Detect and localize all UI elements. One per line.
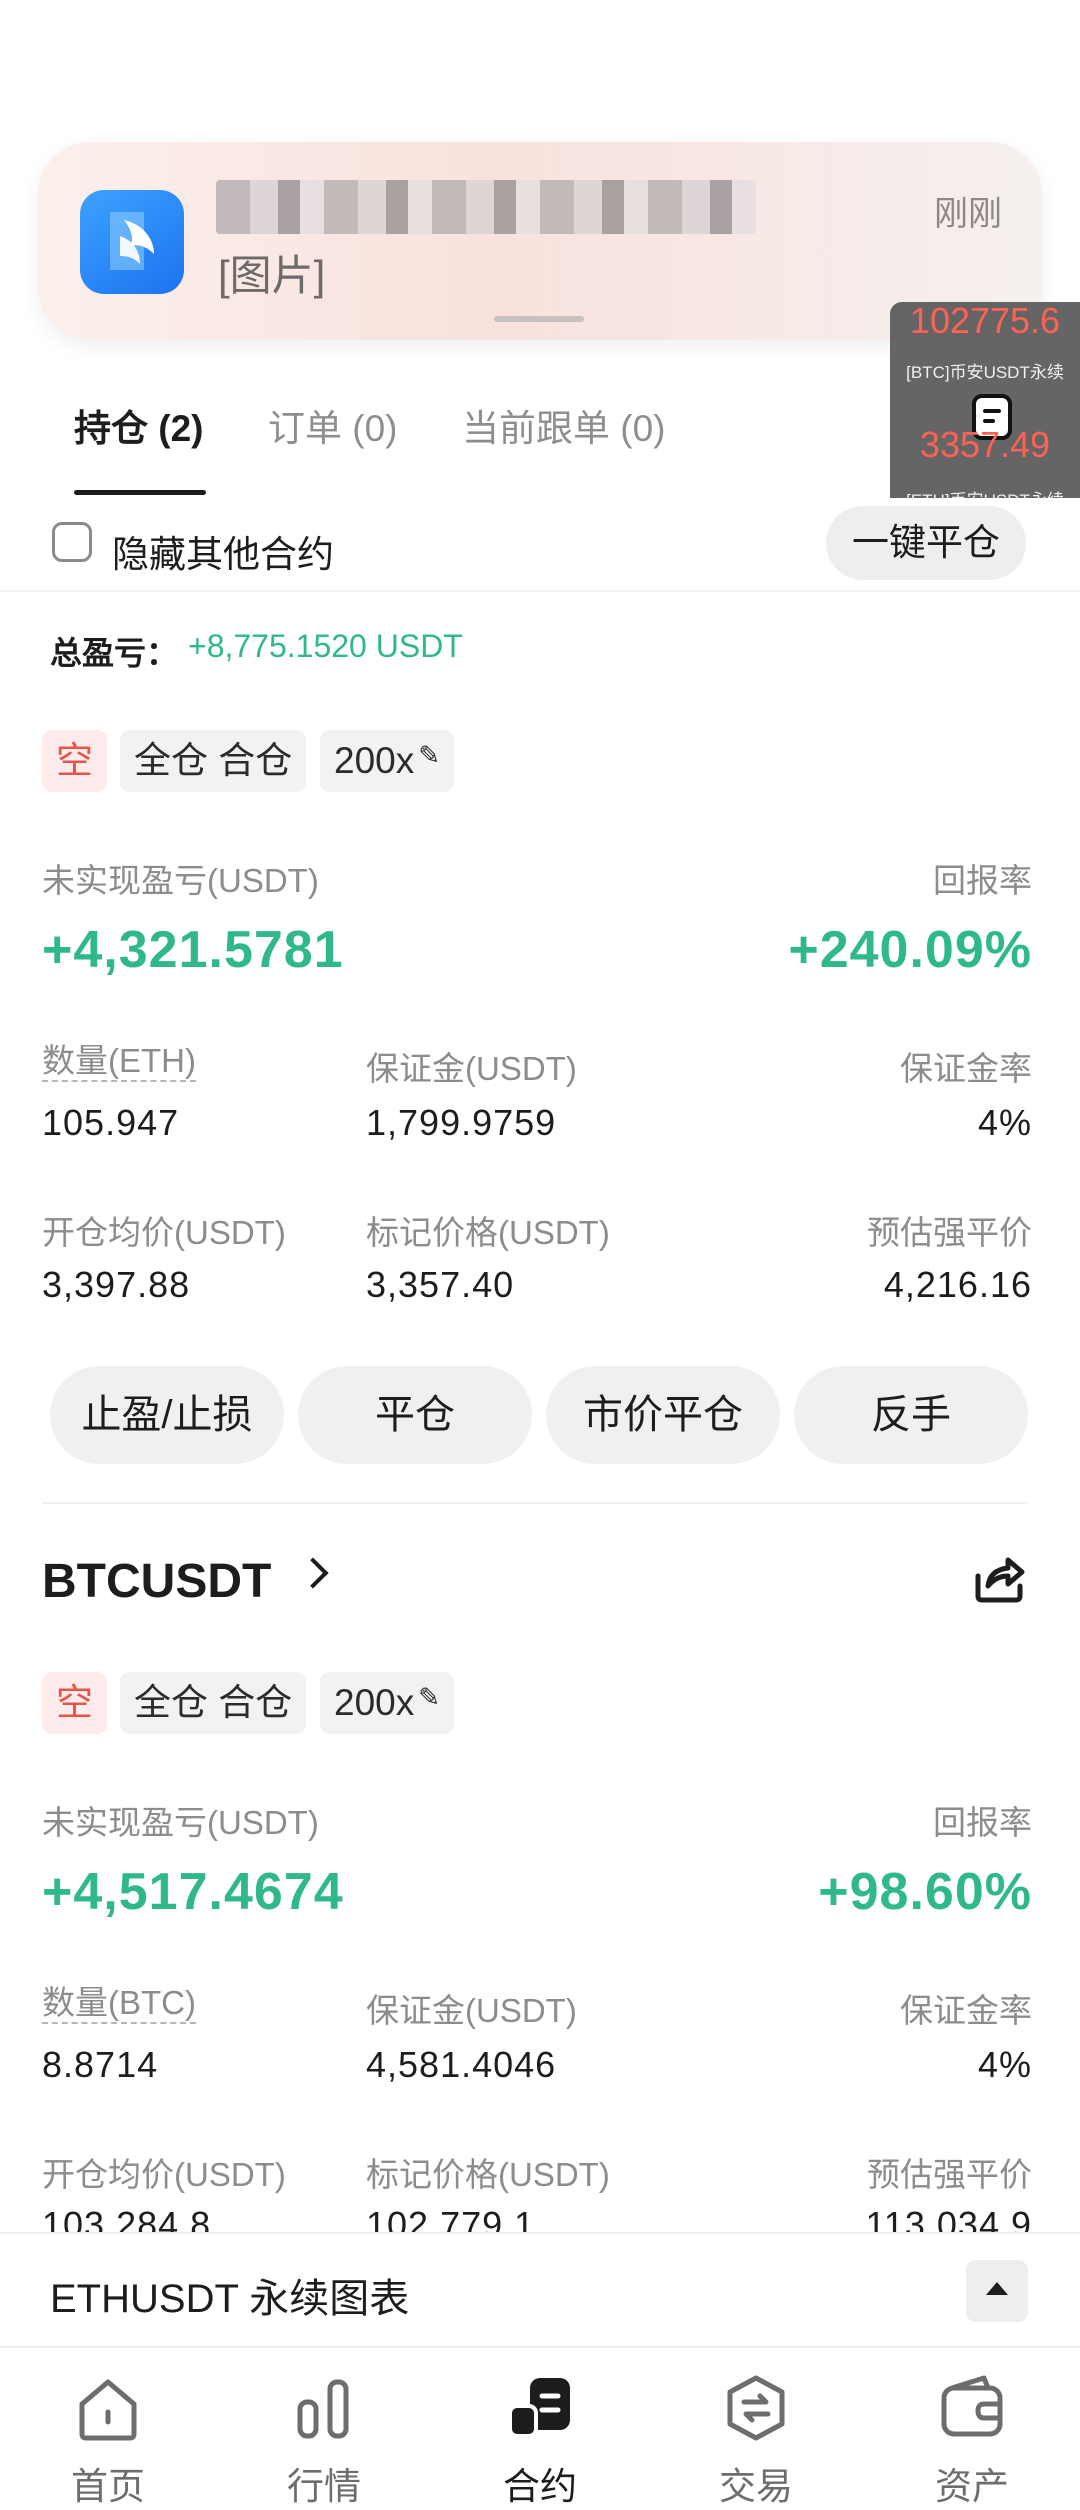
card-divider [42,1502,1028,1504]
position-side-badge: 空 [42,730,107,792]
hide-others-checkbox[interactable] [52,522,92,562]
unrealized-pnl-label: 未实现盈亏(USDT) [42,862,319,899]
edit-pencil-icon[interactable]: ✎ [418,730,440,780]
entry-price-label: 开仓均价(USDT) [42,2156,286,2193]
chart-bar-label: ETHUSDT 永续图表 [50,2277,410,2321]
total-pnl-value: +8,775.1520 USDT [188,628,463,664]
market-icon [297,2379,349,2439]
margin-label: 保证金(USDT) [366,1992,577,2029]
divider [0,590,1080,592]
leverage-value: 200x [334,740,415,781]
tab-positions[interactable]: 持仓 (2) [74,398,204,452]
expand-chart-icon[interactable] [966,2260,1028,2322]
margin-ratio-label: 保证金率 [900,1050,1032,1087]
leverage-badge[interactable]: 200x ✎ [320,730,455,792]
nav-market[interactable]: 行情 [216,2348,432,2507]
unrealized-pnl-value: +4,517.4674 [42,1863,344,1921]
roe-value: +240.09% [788,921,1032,979]
notification-body: [图片] [218,252,326,299]
unrealized-pnl-label: 未实现盈亏(USDT) [42,1804,319,1841]
nav-home[interactable]: 首页 [0,2348,216,2507]
nav-label-contract: 合约 [503,2466,577,2507]
margin-value: 4,581.4046 [366,2044,557,2085]
quantity-label[interactable]: 数量(BTC) [42,1984,196,2024]
btc-widget-label: [BTC]币安USDT永续 [906,363,1064,382]
margin-mode-badge: 全仓 合仓 [120,1672,307,1734]
roe-label: 回报率 [933,862,1032,899]
close-position-button[interactable]: 平仓 [298,1366,532,1464]
margin-label: 保证金(USDT) [366,1050,577,1087]
leverage-badge[interactable]: 200x ✎ [320,1672,455,1734]
wallet-icon [941,2375,1003,2437]
entry-price-label: 开仓均价(USDT) [42,1214,286,1251]
bottom-navigation: 首页 行情 合约 交易 资产 [0,2346,1080,2507]
leverage-value: 200x [334,1682,415,1723]
roe-value: +98.60% [818,1863,1032,1921]
notification-time: 刚刚 [934,195,1002,233]
contract-icon [508,2378,570,2438]
position-side-badge: 空 [42,1672,107,1734]
margin-value: 1,799.9759 [366,1102,557,1143]
hide-others-label[interactable]: 隐藏其他合约 [112,524,334,578]
liquidation-price-value: 4,216.16 [883,1264,1032,1305]
nav-assets[interactable]: 资产 [864,2348,1080,2507]
mark-price-label: 标记价格(USDT) [366,1214,610,1251]
tab-copy-trading[interactable]: 当前跟单 (0) [462,398,666,452]
margin-mode-badge: 全仓 合仓 [120,730,307,792]
close-all-button[interactable]: 一键平仓 [826,506,1026,580]
unrealized-pnl-value: +4,321.5781 [42,921,344,979]
reverse-position-button[interactable]: 反手 [794,1366,1028,1464]
margin-ratio-label: 保证金率 [900,1992,1032,2029]
market-close-button[interactable]: 市价平仓 [546,1366,780,1464]
mark-price-value: 3,357.40 [366,1264,515,1305]
margin-ratio-value: 4% [977,1102,1032,1143]
eth-widget-price: 3357.49 [919,424,1051,465]
chevron-right-icon[interactable] [297,1557,329,1589]
btc-widget-price: 102775.6 [909,300,1061,341]
app-logo-icon [80,190,184,294]
nav-label-market: 行情 [287,2466,361,2507]
notification-handle[interactable] [494,316,584,322]
nav-contract[interactable]: 合约 [432,2348,648,2507]
quantity-label[interactable]: 数量(ETH) [42,1042,196,1082]
floating-price-widget[interactable]: 102775.6 [BTC]币安USDT永续 3357.49 [ETH]币安US… [890,300,1080,520]
total-pnl-label: 总盈亏： [50,635,179,671]
notification-sender-redacted [216,180,756,234]
trade-icon [727,2375,785,2441]
margin-ratio-value: 4% [977,2044,1032,2085]
nav-label-home: 首页 [71,2466,145,2507]
nav-trade[interactable]: 交易 [648,2348,864,2507]
mark-price-label: 标记价格(USDT) [366,2156,610,2193]
quantity-value: 8.8714 [42,2044,159,2085]
tab-orders[interactable]: 订单 (0) [268,398,398,452]
tp-sl-button[interactable]: 止盈/止损 [50,1366,284,1464]
symbol-title[interactable]: BTCUSDT [42,1554,271,1609]
liquidation-price-label: 预估强平价 [867,1214,1032,1251]
nav-label-assets: 资产 [935,2466,1009,2507]
active-tab-indicator [74,490,206,495]
liquidation-price-label: 预估强平价 [867,2156,1032,2193]
quantity-value: 105.947 [42,1102,180,1143]
nav-label-trade: 交易 [719,2466,793,2507]
chart-bar[interactable]: ETHUSDT 永续图表 [0,2232,1080,2346]
edit-pencil-icon[interactable]: ✎ [418,1672,440,1722]
roe-label: 回报率 [933,1804,1032,1841]
home-icon [79,2379,137,2441]
share-icon[interactable] [968,1546,1030,1608]
entry-price-value: 3,397.88 [42,1264,191,1305]
